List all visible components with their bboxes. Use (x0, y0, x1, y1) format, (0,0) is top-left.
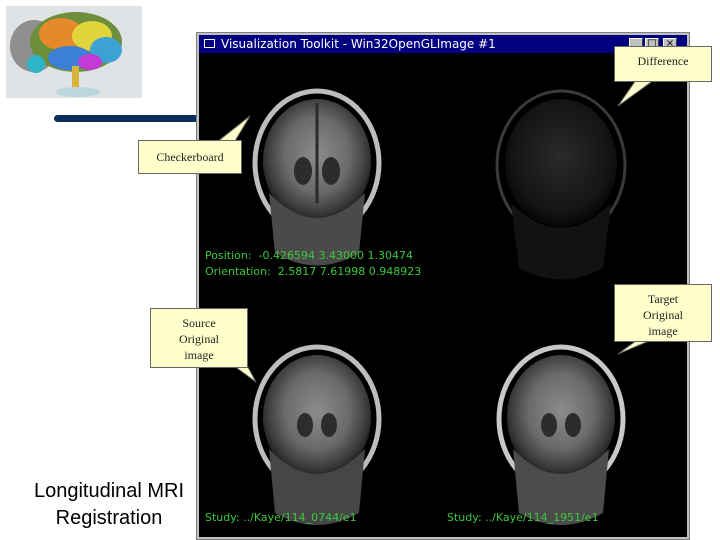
source-callout-line1: Source (182, 316, 216, 330)
source-callout-line2: Original (179, 332, 219, 346)
orientation-readout: Orientation: 2.5817 7.61998 0.948923 (205, 265, 422, 278)
checkerboard-callout: Checkerboard (138, 140, 242, 174)
slide-title-line1: Longitudinal MRI (33, 480, 185, 502)
brain-logo-icon (6, 6, 142, 98)
checkerboard-callout-label: Checkerboard (156, 150, 224, 164)
position-readout: Position: -0.426594 3.43000 1.30474 (205, 249, 413, 262)
slide-title: Longitudinal MRI Registration (14, 478, 204, 532)
study-left-label: Study: ../Kaye/114_0744/e1 (205, 511, 357, 524)
difference-mri-image (495, 89, 627, 280)
target-callout: Target Original image (614, 284, 712, 342)
window-system-icon[interactable] (204, 39, 215, 48)
slide-title-line2: Registration (55, 507, 163, 529)
source-callout: Source Original image (150, 308, 248, 368)
study-right-label: Study: ../Kaye/114_1951/e1 (447, 511, 599, 524)
decorative-divider (54, 115, 204, 122)
target-callout-line2: Original (643, 308, 683, 322)
difference-callout-label: Difference (637, 54, 689, 68)
source-mri-image (252, 344, 382, 525)
target-callout-line3: image (648, 324, 678, 338)
difference-callout: Difference (614, 46, 712, 82)
checkerboard-mri-image (252, 88, 382, 266)
source-callout-line3: image (184, 348, 214, 362)
target-callout-line1: Target (647, 292, 679, 306)
target-mri-image (496, 344, 626, 525)
window-title: Visualization Toolkit - Win32OpenGLImage… (221, 37, 496, 51)
